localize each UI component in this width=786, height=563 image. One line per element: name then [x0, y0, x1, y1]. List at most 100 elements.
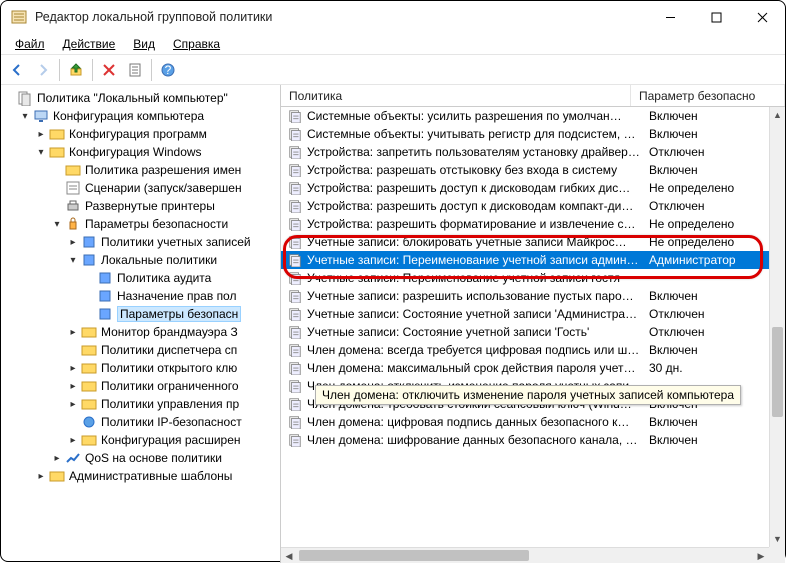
tree-network-list[interactable]: Политики диспетчера сп	[67, 341, 280, 359]
policy-row[interactable]: Устройства: запретить пользователям уста…	[281, 143, 785, 161]
caret-right-icon[interactable]: ▸	[67, 326, 79, 338]
policy-row[interactable]: Устройства: разрешить доступ к дисковода…	[281, 179, 785, 197]
caret-right-icon[interactable]: ▸	[67, 434, 79, 446]
policy-name: Учетные записи: Состояние учетной записи…	[307, 325, 645, 339]
caret-right-icon[interactable]: ▸	[35, 470, 47, 482]
caret-down-icon[interactable]: ▾	[19, 110, 31, 122]
scroll-thumb[interactable]	[772, 327, 783, 417]
maximize-button[interactable]	[693, 1, 739, 33]
tree-ipsec[interactable]: Политики IP-безопасност	[67, 413, 280, 431]
tree-admin-templates[interactable]: ▸Административные шаблоны	[35, 467, 280, 485]
menu-view[interactable]: Вид	[125, 35, 163, 53]
column-policy[interactable]: Политика	[281, 85, 631, 106]
policy-row[interactable]: Учетные записи: Состояние учетной записи…	[281, 305, 785, 323]
scroll-left-icon[interactable]: ◀	[281, 548, 297, 563]
policy-name: Устройства: разрешать отстыковку без вхо…	[307, 163, 645, 177]
policy-param: Не определено	[649, 235, 785, 249]
tree-audit-policy[interactable]: Политика аудита	[83, 269, 280, 287]
policy-param: Отключен	[649, 325, 785, 339]
policy-param: Отключен	[649, 307, 785, 321]
policy-row[interactable]: Устройства: разрешить форматирование и и…	[281, 215, 785, 233]
policy-row[interactable]: Член домена: максимальный срок действия …	[281, 359, 785, 377]
tree-adv-audit[interactable]: ▸Конфигурация расширен	[67, 431, 280, 449]
policy-icon	[287, 306, 303, 322]
vertical-scrollbar[interactable]: ▲ ▼	[769, 107, 785, 547]
tree-software-restriction[interactable]: ▸Политики ограниченного	[67, 377, 280, 395]
scroll-corner	[769, 547, 785, 563]
tree-label: Политика разрешения имен	[85, 163, 241, 177]
help-button[interactable]: ?	[156, 58, 180, 82]
column-param[interactable]: Параметр безопасно	[631, 85, 785, 106]
tree-pane[interactable]: Политика "Локальный компьютер" ▾ Конфигу…	[1, 85, 281, 563]
caret-right-icon[interactable]: ▸	[51, 452, 63, 464]
policy-row[interactable]: Учетные записи: Переименование учетной з…	[281, 269, 785, 287]
scroll-up-icon[interactable]: ▲	[770, 107, 785, 123]
tree-computer-config[interactable]: ▾ Конфигурация компьютера	[19, 107, 280, 125]
policy-param: Включен	[649, 127, 785, 141]
policy-param: Отключен	[649, 145, 785, 159]
tree-scripts[interactable]: Сценарии (запуск/завершен	[51, 179, 280, 197]
tree-deployed-printers[interactable]: Развернутые принтеры	[51, 197, 280, 215]
tree-name-resolution[interactable]: Политика разрешения имен	[51, 161, 280, 179]
policy-row[interactable]: Системные объекты: учитывать регистр для…	[281, 125, 785, 143]
caret-right-icon[interactable]: ▸	[35, 128, 47, 140]
tree-security-settings[interactable]: ▾Параметры безопасности	[51, 215, 280, 233]
horizontal-scrollbar[interactable]: ◀ ▶	[281, 547, 769, 563]
toolbar-separator	[59, 59, 60, 81]
tree-account-policies[interactable]: ▸Политики учетных записей	[67, 233, 280, 251]
tree-firewall-monitor[interactable]: ▸Монитор брандмауэра З	[67, 323, 280, 341]
policy-name: Учетные записи: разрешить использование …	[307, 289, 645, 303]
caret-right-icon[interactable]: ▸	[67, 380, 79, 392]
tree-local-policies[interactable]: ▾Локальные политики	[67, 251, 280, 269]
policy-row[interactable]: Член домена: цифровая подпись данных без…	[281, 413, 785, 431]
policy-icon	[287, 198, 303, 214]
tree-app-control[interactable]: ▸Политики управления пр	[67, 395, 280, 413]
scroll-right-icon[interactable]: ▶	[753, 548, 769, 563]
tree-software-policies[interactable]: ▸Конфигурация программ	[35, 125, 280, 143]
menu-help[interactable]: Справка	[165, 35, 228, 53]
tree-label: Назначение прав пол	[117, 289, 236, 303]
caret-right-icon[interactable]: ▸	[67, 362, 79, 374]
policy-row[interactable]: Устройства: разрешить доступ к дисковода…	[281, 197, 785, 215]
menu-file[interactable]: Файл	[7, 35, 53, 53]
policy-row[interactable]: Учетные записи: блокировать учетные запи…	[281, 233, 785, 251]
tree-label: Политики открытого клю	[101, 361, 237, 375]
close-button[interactable]	[739, 1, 785, 33]
forward-button[interactable]	[31, 58, 55, 82]
policy-row[interactable]: Учетные записи: Состояние учетной записи…	[281, 323, 785, 341]
scroll-down-icon[interactable]: ▼	[770, 531, 785, 547]
policy-row[interactable]: Учетные записи: Переименование учетной з…	[281, 251, 785, 269]
tree-label: Политика "Локальный компьютер"	[37, 91, 228, 105]
tree-windows-config[interactable]: ▾Конфигурация Windows	[35, 143, 280, 161]
tree-label: Развернутые принтеры	[85, 199, 215, 213]
policy-row[interactable]: Член домена: всегда требуется цифровая п…	[281, 341, 785, 359]
tree-user-rights[interactable]: Назначение прав пол	[83, 287, 280, 305]
delete-button[interactable]	[97, 58, 121, 82]
menu-action[interactable]: Действие	[55, 35, 124, 53]
policy-icon	[287, 180, 303, 196]
scroll-thumb[interactable]	[299, 550, 529, 561]
caret-down-icon[interactable]: ▾	[35, 146, 47, 158]
tree-label: Политика аудита	[117, 271, 211, 285]
minimize-button[interactable]	[647, 1, 693, 33]
policy-row[interactable]: Системные объекты: усилить разрешения по…	[281, 107, 785, 125]
policy-icon	[287, 216, 303, 232]
tree-root[interactable]: Политика "Локальный компьютер"	[3, 89, 280, 107]
policy-row[interactable]: Член домена: шифрование данных безопасно…	[281, 431, 785, 449]
tree-security-options[interactable]: Параметры безопасн	[83, 305, 280, 323]
caret-right-icon[interactable]: ▸	[67, 398, 79, 410]
caret-down-icon[interactable]: ▾	[67, 254, 79, 266]
up-button[interactable]	[64, 58, 88, 82]
back-button[interactable]	[5, 58, 29, 82]
policy-icon	[287, 252, 303, 268]
toolbar-separator	[92, 59, 93, 81]
caret-down-icon[interactable]: ▾	[51, 218, 63, 230]
tree-qos[interactable]: ▸QoS на основе политики	[51, 449, 280, 467]
tree-label: Политики диспетчера сп	[101, 343, 237, 357]
properties-button[interactable]	[123, 58, 147, 82]
policy-row[interactable]: Учетные записи: разрешить использование …	[281, 287, 785, 305]
caret-right-icon[interactable]: ▸	[67, 236, 79, 248]
toolbar-separator	[151, 59, 152, 81]
policy-row[interactable]: Устройства: разрешать отстыковку без вхо…	[281, 161, 785, 179]
tree-public-key[interactable]: ▸ Политики открытого клю	[67, 359, 280, 377]
